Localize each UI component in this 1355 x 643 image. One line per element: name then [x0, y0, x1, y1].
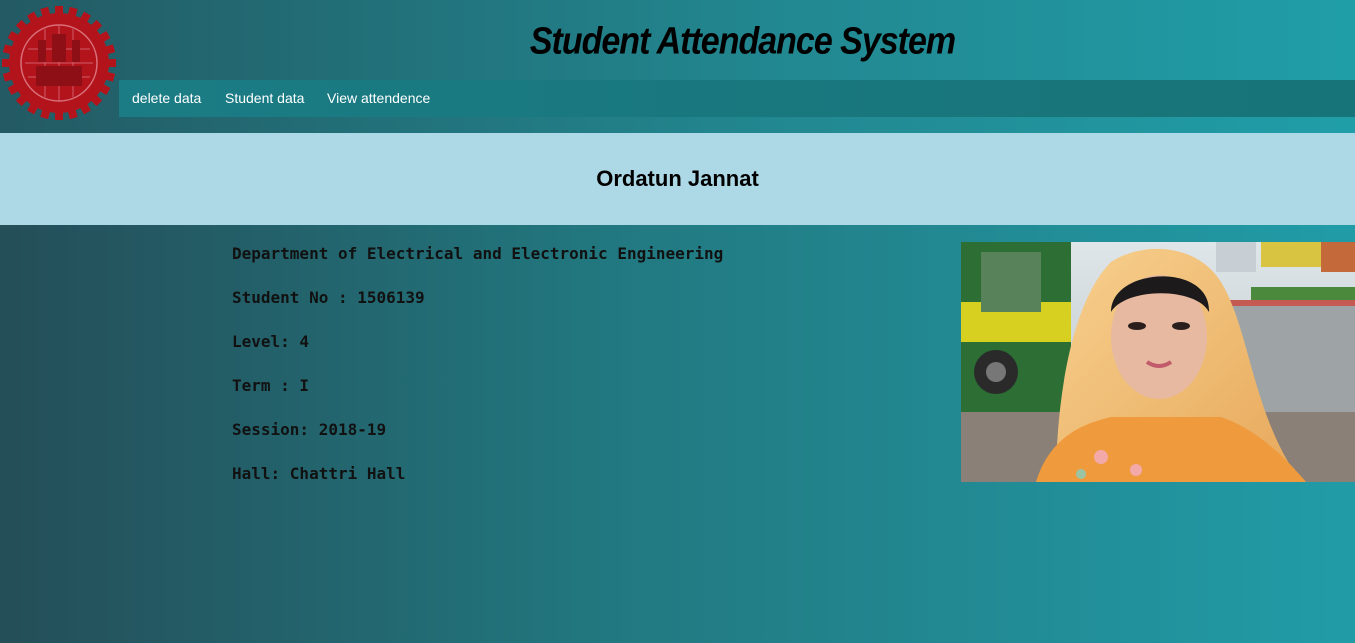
level-text: Level: 4 [232, 332, 310, 351]
term-text: Term : I [232, 376, 310, 395]
student-name-banner: Ordatun Jannat [0, 133, 1355, 225]
nav-delete-data[interactable]: delete data [132, 80, 201, 117]
department-text: Department of Electrical and Electronic … [232, 244, 724, 263]
student-no-text: Student No : 1506139 [232, 288, 425, 307]
header: Student Attendance System delete data St… [0, 0, 1355, 133]
nav-view-attendence[interactable]: View attendence [327, 80, 430, 117]
student-name: Ordatun Jannat [596, 166, 759, 191]
navbar: delete data Student data View attendence [119, 80, 1355, 117]
app-title: Student Attendance System [529, 19, 956, 63]
student-photo [961, 242, 1355, 482]
student-info: Department of Electrical and Electronic … [232, 243, 723, 507]
nav-student-data[interactable]: Student data [225, 80, 304, 117]
session-text: Session: 2018-19 [232, 420, 387, 439]
hall-text: Hall: Chattri Hall [232, 464, 406, 483]
